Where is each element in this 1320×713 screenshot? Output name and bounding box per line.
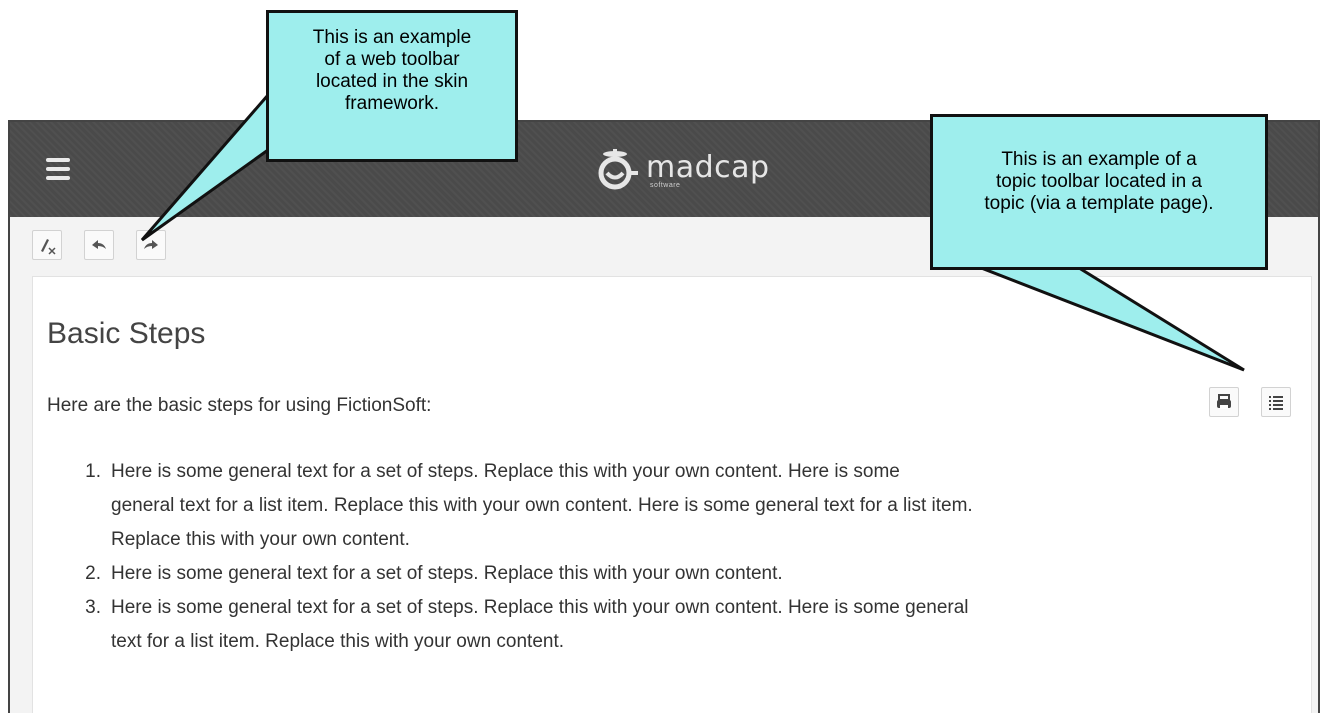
print-icon bbox=[1217, 394, 1231, 409]
step-line: general text for a list item. Replace th… bbox=[111, 495, 973, 516]
madcap-logo-mascot-icon bbox=[598, 149, 638, 190]
intro-text: Here are the basic steps for using Ficti… bbox=[47, 395, 432, 416]
clear-highlight-icon bbox=[41, 239, 56, 255]
callout-line: topic toolbar located in a bbox=[996, 171, 1202, 192]
list-item: 1. Here is some general text for a set o… bbox=[85, 455, 1320, 557]
callout-line: topic (via a template page). bbox=[984, 193, 1214, 214]
callout-line: of a web toolbar bbox=[324, 49, 460, 70]
step-number: 3. bbox=[85, 597, 101, 618]
step-line: Here is some general text for a set of s… bbox=[111, 563, 783, 584]
logo-subtitle: software bbox=[650, 182, 681, 189]
step-number: 2. bbox=[85, 563, 101, 584]
step-number: 1. bbox=[85, 461, 101, 482]
list-item: 2. Here is some general text for a set o… bbox=[85, 557, 1320, 591]
step-line: text for a list item. Replace this with … bbox=[111, 631, 565, 652]
step-line: Replace this with your own content. bbox=[111, 529, 410, 550]
step-line: Here is some general text for a set of s… bbox=[111, 461, 900, 482]
print-button[interactable] bbox=[1209, 387, 1239, 417]
forward-button[interactable] bbox=[136, 230, 166, 260]
back-button[interactable] bbox=[84, 230, 114, 260]
topic-content: Basic Steps Here are the basic steps for… bbox=[32, 276, 1312, 713]
list-item: 3. Here is some general text for a set o… bbox=[85, 591, 1320, 659]
hamburger-menu-icon[interactable] bbox=[46, 158, 70, 180]
page-title: Basic Steps bbox=[47, 317, 206, 350]
callout-line: This is an example of a bbox=[1001, 149, 1197, 170]
callout-line: framework. bbox=[345, 93, 439, 114]
back-arrow-icon bbox=[92, 240, 106, 249]
madcap-logo[interactable]: madcap software bbox=[580, 142, 780, 192]
callout-web-toolbar: This is an example of a web toolbar loca… bbox=[266, 10, 518, 162]
logo-wordmark: madcap bbox=[646, 150, 770, 185]
steps-list: 1. Here is some general text for a set o… bbox=[47, 455, 1320, 659]
callout-line: This is an example bbox=[312, 27, 472, 48]
callout-line: located in the skin bbox=[315, 71, 469, 92]
forward-arrow-icon bbox=[144, 240, 158, 249]
step-line: Here is some general text for a set of s… bbox=[111, 597, 969, 618]
list-icon bbox=[1269, 396, 1283, 410]
mini-toc-button[interactable] bbox=[1261, 387, 1291, 417]
callout-topic-toolbar: This is an example of a topic toolbar lo… bbox=[930, 114, 1268, 270]
clear-highlight-button[interactable] bbox=[32, 230, 62, 260]
